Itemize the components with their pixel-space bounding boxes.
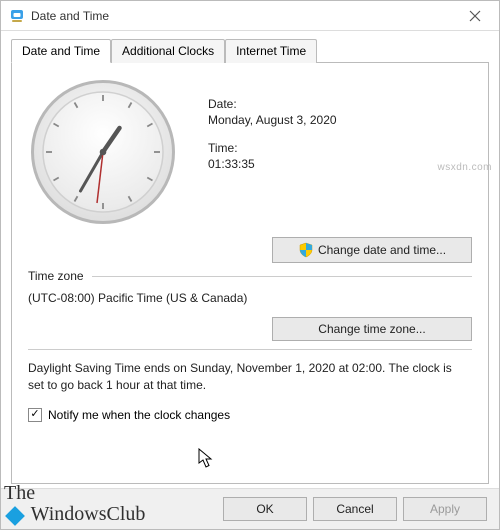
apply-button[interactable]: Apply <box>403 497 487 521</box>
app-icon <box>9 8 25 24</box>
time-label: Time: <box>208 141 472 155</box>
timezone-value: (UTC-08:00) Pacific Time (US & Canada) <box>28 291 472 305</box>
tab-additional-clocks[interactable]: Additional Clocks <box>111 39 225 63</box>
date-value: Monday, August 3, 2020 <box>208 113 472 127</box>
ok-button[interactable]: OK <box>223 497 307 521</box>
notify-checkbox[interactable]: ✓ <box>28 408 42 422</box>
tab-body: Date: Monday, August 3, 2020 Time: 01:33… <box>11 63 489 484</box>
window-title: Date and Time <box>31 9 453 23</box>
change-date-time-button[interactable]: Change date and time... <box>272 237 472 263</box>
clock-icon <box>28 77 178 227</box>
content-area: Date and Time Additional Clocks Internet… <box>1 31 499 488</box>
timezone-header-label: Time zone <box>28 269 84 283</box>
change-date-time-label: Change date and time... <box>318 243 446 257</box>
analog-clock <box>28 77 178 227</box>
dst-text: Daylight Saving Time ends on Sunday, Nov… <box>28 360 458 394</box>
watermark-logo: The WindowsClub <box>4 483 145 526</box>
datetime-info: Date: Monday, August 3, 2020 Time: 01:33… <box>208 77 472 227</box>
shield-icon <box>298 242 314 258</box>
window-frame: Date and Time Date and Time Additional C… <box>0 0 500 530</box>
close-icon <box>469 10 481 22</box>
change-timezone-button[interactable]: Change time zone... <box>272 317 472 341</box>
time-value: 01:33:35 <box>208 157 472 171</box>
tab-internet-time[interactable]: Internet Time <box>225 39 317 63</box>
watermark-site: wsxdn.com <box>437 162 492 173</box>
cancel-button[interactable]: Cancel <box>313 497 397 521</box>
notify-label: Notify me when the clock changes <box>48 408 230 422</box>
date-label: Date: <box>208 97 472 111</box>
close-button[interactable] <box>453 2 497 30</box>
change-timezone-label: Change time zone... <box>318 322 425 336</box>
tab-strip: Date and Time Additional Clocks Internet… <box>11 39 489 63</box>
timezone-header: Time zone <box>28 269 472 283</box>
titlebar: Date and Time <box>1 1 499 31</box>
tab-date-and-time[interactable]: Date and Time <box>11 39 111 63</box>
